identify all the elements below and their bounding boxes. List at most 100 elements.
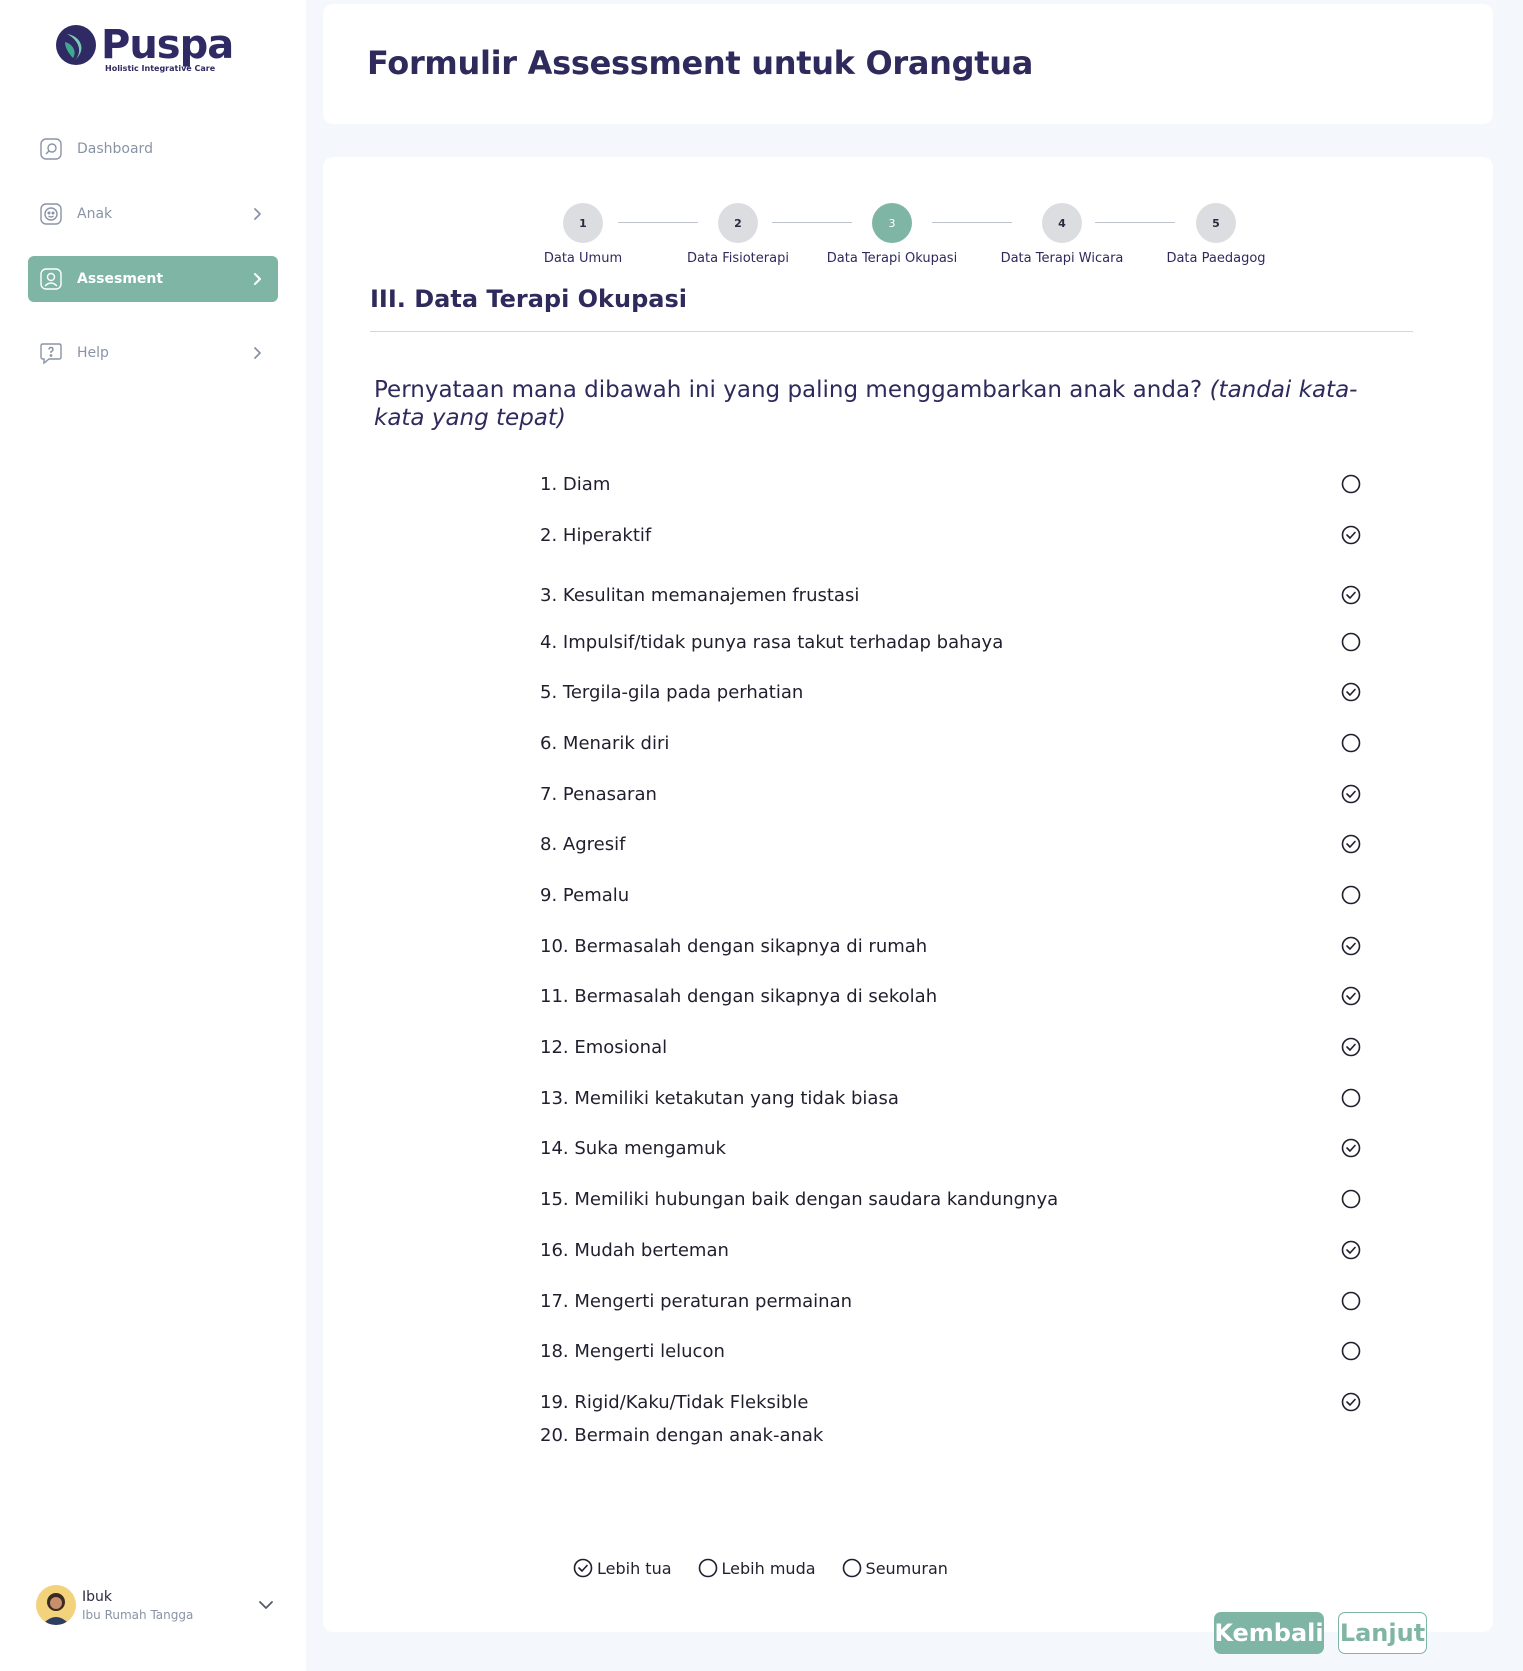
radio-empty-icon[interactable] xyxy=(1341,1189,1361,1209)
step-number: 2 xyxy=(718,203,758,243)
item-label: 8. Agresif xyxy=(540,834,1260,855)
item-text: Pemalu xyxy=(562,884,630,906)
radio-empty-icon[interactable] xyxy=(1341,474,1361,494)
item-text: Rigid/Kaku/Tidak Fleksible xyxy=(574,1391,809,1413)
item-number: 14. xyxy=(540,1137,569,1159)
radio-checked-icon[interactable] xyxy=(1341,1392,1361,1412)
item-label: 14. Suka mengamuk xyxy=(540,1138,1260,1159)
option-label: Seumuran xyxy=(865,1558,948,1578)
item-number: 6. xyxy=(540,732,558,754)
list-item: 4. Impulsif/tidak punya rasa takut terha… xyxy=(540,625,1361,659)
radio-checked-icon[interactable] xyxy=(1341,682,1361,702)
item-label: 11. Bermasalah dengan sikapnya di sekola… xyxy=(540,986,1260,1007)
step-label: Data Paedagog xyxy=(1166,251,1266,266)
list-item: 12. Emosional xyxy=(540,1030,1361,1064)
list-item: 10. Bermasalah dengan sikapnya di rumah xyxy=(540,929,1361,963)
step-2[interactable]: 2 Data Fisioterapi xyxy=(658,203,818,266)
item-text: Impulsif/tidak punya rasa takut terhadap… xyxy=(562,631,1004,653)
item-label: 12. Emosional xyxy=(540,1037,1260,1058)
brand-logo[interactable]: Puspa Holistic Integrative Care xyxy=(55,24,234,73)
item-text: Penasaran xyxy=(562,783,657,805)
sidebar-item-label: Help xyxy=(77,345,109,361)
page-title: Formulir Assessment untuk Orangtua xyxy=(367,44,1034,82)
step-label: Data Terapi Wicara xyxy=(1000,251,1124,266)
chevron-down-icon[interactable] xyxy=(256,1595,276,1615)
age-options: Lebih tua Lebih muda Seumuran xyxy=(573,1558,974,1578)
sidebar-item-label: Assesment xyxy=(77,271,164,287)
step-1[interactable]: 1 Data Umum xyxy=(503,203,663,266)
user-name: Ibuk xyxy=(82,1588,112,1605)
item-number: 7. xyxy=(540,783,558,805)
radio-empty-icon[interactable] xyxy=(698,1558,718,1578)
item-text: Mengerti peraturan permainan xyxy=(574,1290,853,1312)
list-item: 14. Suka mengamuk xyxy=(540,1131,1361,1165)
item-text: Hiperaktif xyxy=(562,524,652,546)
sidebar-item-label: Anak xyxy=(77,206,113,222)
list-item: 2. Hiperaktif xyxy=(540,518,1361,552)
step-4[interactable]: 4 Data Terapi Wicara xyxy=(982,203,1142,266)
step-5[interactable]: 5 Data Paedagog xyxy=(1136,203,1296,266)
item-label: 10. Bermasalah dengan sikapnya di rumah xyxy=(540,936,1260,957)
radio-checked-icon[interactable] xyxy=(1341,986,1361,1006)
step-3[interactable]: 3 Data Terapi Okupasi xyxy=(812,203,972,266)
list-item: 16. Mudah berteman xyxy=(540,1233,1361,1267)
sidebar-item-dashboard[interactable]: Dashboard xyxy=(28,126,278,172)
chevron-right-icon xyxy=(254,208,261,220)
radio-empty-icon[interactable] xyxy=(842,1558,862,1578)
item-text: Bermasalah dengan sikapnya di rumah xyxy=(574,935,928,957)
item-label: 1. Diam xyxy=(540,474,1260,495)
item-number: 2. xyxy=(540,524,558,546)
option-lebih-tua[interactable]: Lebih tua xyxy=(573,1558,672,1578)
sidebar-item-anak[interactable]: Anak xyxy=(28,191,278,237)
item-text: Memiliki ketakutan yang tidak biasa xyxy=(574,1087,899,1109)
item-number: 16. xyxy=(540,1239,569,1261)
back-button[interactable]: Kembali xyxy=(1214,1612,1324,1654)
list-item: 9. Pemalu xyxy=(540,878,1361,912)
radio-checked-icon[interactable] xyxy=(1341,784,1361,804)
sidebar-item-label: Dashboard xyxy=(77,141,153,157)
item-text: Bermain dengan anak-anak xyxy=(574,1424,824,1446)
item-number: 12. xyxy=(540,1036,569,1058)
item-number: 10. xyxy=(540,935,569,957)
section-title: III. Data Terapi Okupasi xyxy=(370,285,687,313)
option-label: Lebih muda xyxy=(721,1558,816,1578)
item-label: 2. Hiperaktif xyxy=(540,525,1260,546)
step-number: 1 xyxy=(563,203,603,243)
radio-checked-icon[interactable] xyxy=(1341,1138,1361,1158)
radio-empty-icon[interactable] xyxy=(1341,1088,1361,1108)
item-label: 13. Memiliki ketakutan yang tidak biasa xyxy=(540,1088,1260,1109)
item-number: 1. xyxy=(540,473,558,495)
radio-checked-icon[interactable] xyxy=(1341,1037,1361,1057)
radio-empty-icon[interactable] xyxy=(1341,885,1361,905)
item-label: 9. Pemalu xyxy=(540,885,1260,906)
list-item: 13. Memiliki ketakutan yang tidak biasa xyxy=(540,1081,1361,1115)
list-item: 19. Rigid/Kaku/Tidak Fleksible xyxy=(540,1385,1361,1419)
sidebar-item-help[interactable]: Help xyxy=(28,330,278,376)
user-menu[interactable]: Ibuk Ibu Rumah Tangga xyxy=(36,1583,276,1627)
next-button[interactable]: Lanjut xyxy=(1338,1612,1427,1654)
option-seumuran[interactable]: Seumuran xyxy=(842,1558,948,1578)
radio-checked-icon[interactable] xyxy=(1341,585,1361,605)
radio-checked-icon[interactable] xyxy=(1341,936,1361,956)
item-text: Emosional xyxy=(574,1036,668,1058)
item-text: Agresif xyxy=(562,833,626,855)
radio-checked-icon[interactable] xyxy=(1341,834,1361,854)
item-label: 18. Mengerti lelucon xyxy=(540,1341,1260,1362)
item-number: 18. xyxy=(540,1340,569,1362)
radio-checked-icon[interactable] xyxy=(1341,525,1361,545)
radio-empty-icon[interactable] xyxy=(1341,733,1361,753)
list-item: 11. Bermasalah dengan sikapnya di sekola… xyxy=(540,979,1361,1013)
item-text: Tergila-gila pada perhatian xyxy=(562,681,804,703)
item-number: 11. xyxy=(540,985,569,1007)
item-text: Suka mengamuk xyxy=(574,1137,726,1159)
option-lebih-muda[interactable]: Lebih muda xyxy=(698,1558,816,1578)
radio-checked-icon[interactable] xyxy=(1341,1240,1361,1260)
sidebar-item-assesment[interactable]: Assesment xyxy=(28,256,278,302)
radio-empty-icon[interactable] xyxy=(1341,1291,1361,1311)
radio-checked-icon[interactable] xyxy=(573,1558,593,1578)
item-number: 8. xyxy=(540,833,558,855)
radio-empty-icon[interactable] xyxy=(1341,1341,1361,1361)
radio-empty-icon[interactable] xyxy=(1341,632,1361,652)
list-item: 7. Penasaran xyxy=(540,777,1361,811)
question-text: Pernyataan mana dibawah ini yang paling … xyxy=(374,376,1404,432)
